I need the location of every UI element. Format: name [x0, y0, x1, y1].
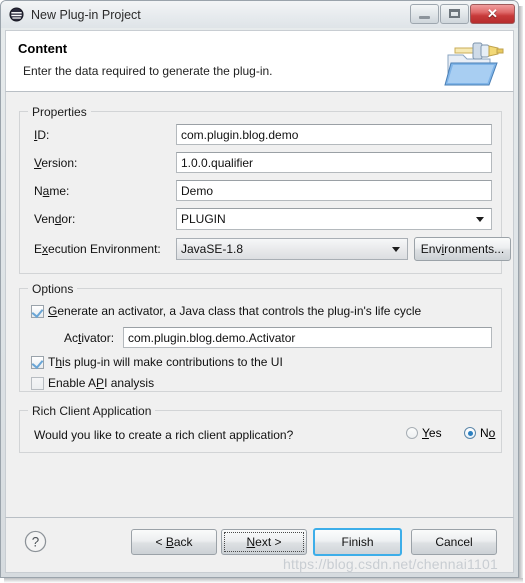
api-analysis-checkbox[interactable]: Enable API analysis — [31, 376, 154, 390]
window-title: New Plug-in Project — [31, 7, 141, 22]
page-title: Content — [18, 41, 68, 56]
chevron-down-icon — [476, 217, 484, 222]
id-value: com.plugin.blog.demo — [181, 127, 299, 142]
name-label: Name: — [34, 184, 70, 198]
environments-button[interactable]: Environments... — [414, 237, 511, 261]
execution-environment-label: Execution Environment: — [34, 242, 161, 256]
back-button[interactable]: < Back — [131, 529, 217, 555]
vendor-value: PLUGIN — [181, 212, 226, 226]
id-label: ID: — [34, 128, 50, 142]
rich-client-group: Rich Client Application Would you like t… — [19, 404, 502, 453]
api-analysis-label: Enable API analysis — [48, 376, 155, 390]
id-input[interactable]: com.plugin.blog.demo — [176, 124, 492, 145]
vendor-label: Vendor: — [34, 212, 76, 226]
help-question-icon[interactable]: ? — [24, 530, 47, 553]
ui-contributions-label: This plug-in will make contributions to … — [48, 355, 283, 369]
activator-input[interactable]: com.plugin.blog.demo.Activator — [123, 327, 492, 348]
finish-button-label: Finish — [341, 535, 374, 549]
new-plugin-project-dialog: New Plug-in Project ✕ Content Enter the … — [0, 0, 525, 583]
minimize-button[interactable] — [410, 3, 439, 24]
rich-client-no-label: No — [480, 426, 496, 440]
version-input[interactable]: 1.0.0.qualifier — [176, 152, 492, 173]
generate-activator-checkbox[interactable]: Generate an activator, a Java class that… — [31, 304, 421, 318]
rich-client-yes-label: Yes — [422, 426, 442, 440]
next-button[interactable]: Next > — [221, 529, 307, 555]
dialog-button-bar: ? < Back Next > Finish Cancel — [5, 517, 514, 573]
name-input[interactable]: Demo — [176, 180, 492, 201]
rich-client-no-radio[interactable]: No — [464, 426, 495, 440]
properties-group: Properties ID: com.plugin.blog.demo Vers… — [19, 105, 511, 274]
minimize-icon — [419, 15, 430, 19]
eclipse-circle-icon — [9, 7, 24, 22]
version-label: Version: — [34, 156, 78, 170]
radio-icon — [406, 427, 418, 439]
properties-legend: Properties — [28, 105, 91, 119]
svg-text:?: ? — [32, 534, 39, 549]
maximize-button[interactable] — [440, 3, 469, 24]
rich-client-question: Would you like to create a rich client a… — [34, 428, 294, 442]
window-shadow-right — [519, 6, 523, 578]
checkbox-icon — [31, 355, 44, 369]
cancel-button[interactable]: Cancel — [411, 529, 497, 555]
window-shadow-bottom — [4, 578, 523, 583]
rich-client-yes-radio[interactable]: Yes — [406, 426, 442, 440]
cancel-button-label: Cancel — [435, 535, 473, 549]
name-value: Demo — [181, 183, 214, 198]
wizard-header: Content Enter the data required to gener… — [5, 30, 514, 92]
execution-environment-combo[interactable]: JavaSE-1.8 — [176, 238, 408, 260]
finish-button[interactable]: Finish — [313, 528, 402, 556]
window-controls: ✕ — [409, 3, 515, 24]
version-value: 1.0.0.qualifier — [181, 155, 254, 170]
title-bar[interactable]: New Plug-in Project ✕ — [1, 1, 518, 28]
close-icon: ✕ — [487, 6, 498, 21]
options-group: Options Generate an activator, a Java cl… — [19, 282, 502, 392]
execution-environment-value: JavaSE-1.8 — [181, 242, 244, 256]
chevron-down-icon — [392, 247, 400, 252]
activator-label: Activator: — [64, 331, 115, 345]
wizard-body: Properties ID: com.plugin.blog.demo Vers… — [5, 92, 514, 517]
checkbox-icon — [31, 376, 44, 390]
ui-contributions-checkbox[interactable]: This plug-in will make contributions to … — [31, 355, 283, 369]
vendor-combo[interactable]: PLUGIN — [176, 208, 492, 230]
radio-icon — [464, 427, 476, 439]
close-button[interactable]: ✕ — [470, 3, 515, 24]
checkbox-icon — [31, 304, 44, 318]
maximize-icon — [449, 9, 460, 18]
activator-value: com.plugin.blog.demo.Activator — [128, 330, 296, 345]
page-description: Enter the data required to generate the … — [23, 64, 273, 78]
options-legend: Options — [28, 282, 78, 296]
generate-activator-label: Generate an activator, a Java class that… — [48, 304, 422, 318]
plugin-folder-icon — [444, 42, 504, 86]
rich-client-legend: Rich Client Application — [28, 404, 156, 418]
